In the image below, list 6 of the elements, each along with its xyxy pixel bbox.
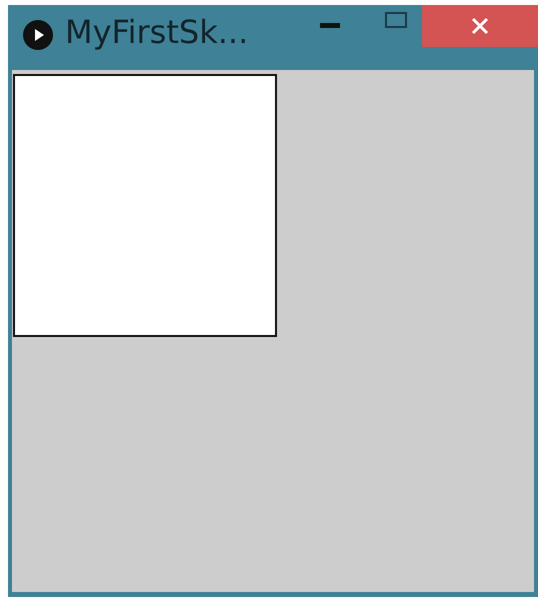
play-icon [23,20,53,50]
close-icon [471,17,489,35]
minimize-icon [320,23,340,29]
close-button[interactable] [422,5,538,47]
window-title: MyFirstSk... [65,13,248,51]
maximize-icon [385,12,407,28]
